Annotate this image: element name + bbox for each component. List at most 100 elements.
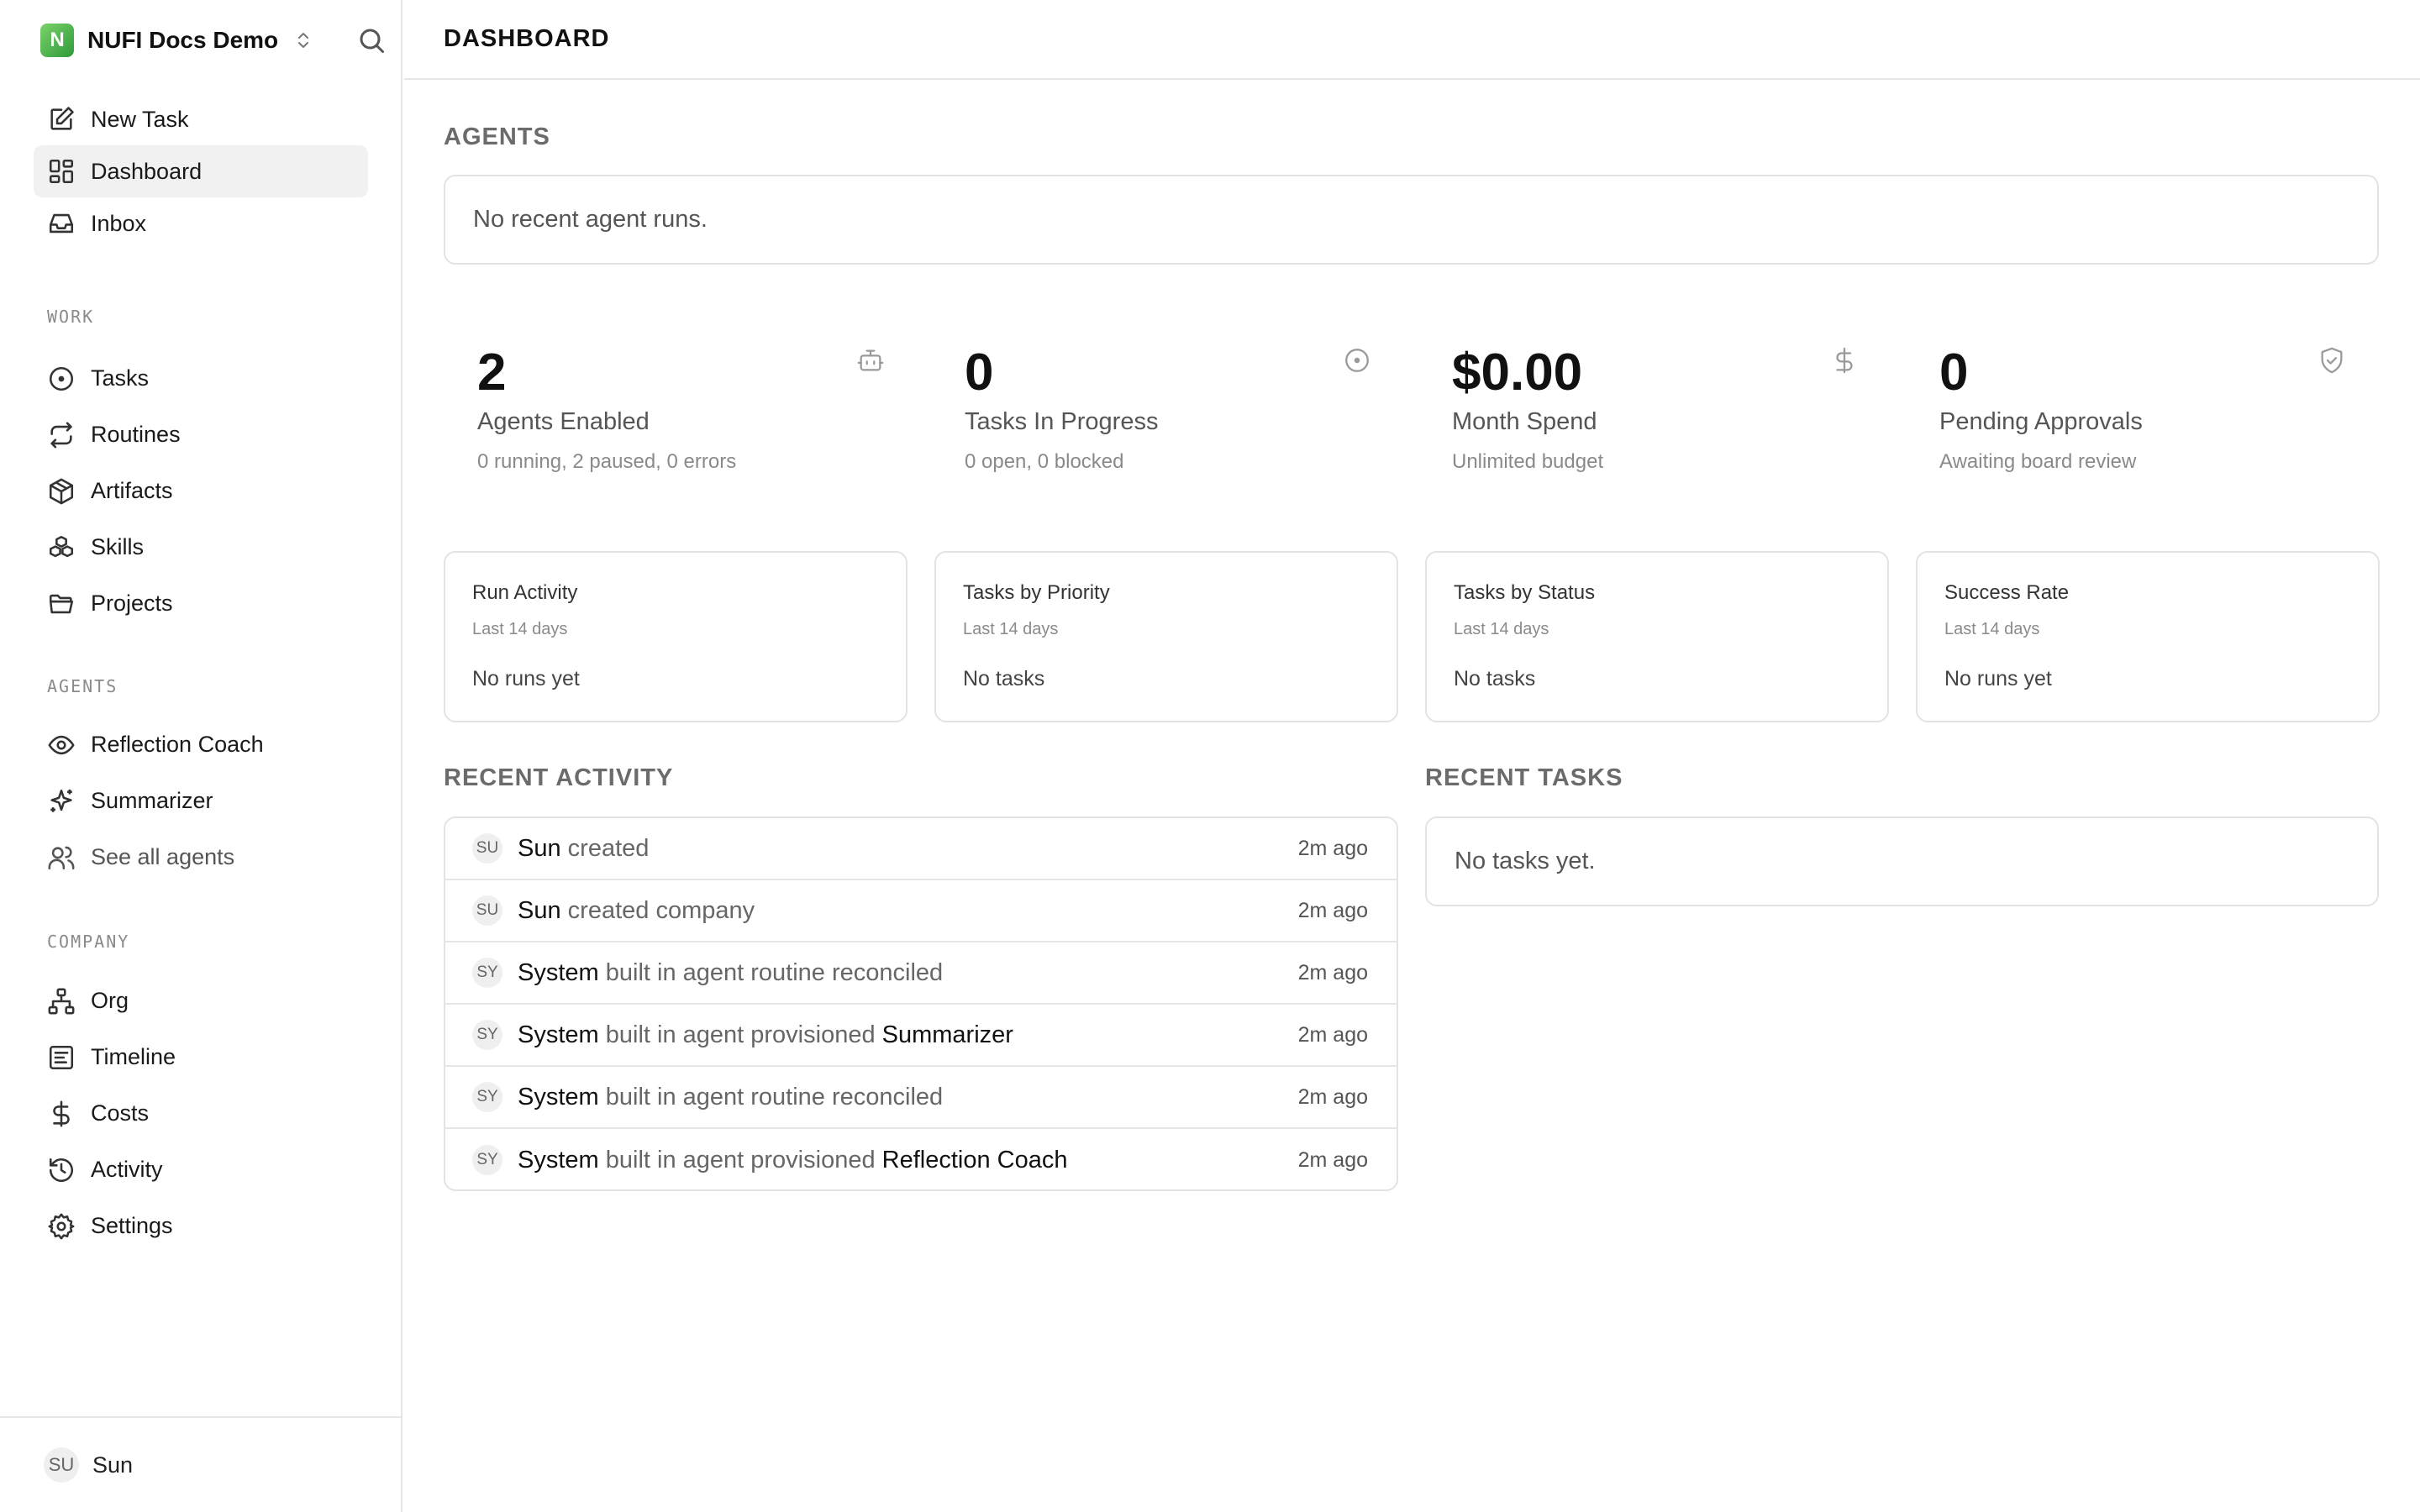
- nav-projects[interactable]: Projects: [34, 575, 368, 632]
- nav-see-all-agents[interactable]: See all agents: [34, 829, 368, 885]
- metric-pending-approvals[interactable]: 0 Pending Approvals Awaiting board revie…: [1906, 329, 2376, 489]
- activity-time: 2m ago: [1297, 1147, 1368, 1172]
- circle-dot-icon: [49, 366, 74, 391]
- sparkles-icon: [50, 789, 72, 812]
- metric-subtext: Awaiting board review: [1939, 450, 2137, 473]
- top-bar: DASHBOARD: [404, 0, 2420, 80]
- activity-text: System built in agent routine reconciled: [518, 1084, 1298, 1111]
- chart-subtitle: Last 14 days: [1454, 620, 1549, 638]
- chart-card-tasks-by-status: Tasks by Status Last 14 days No tasks: [1425, 551, 1889, 722]
- nav-tasks[interactable]: Tasks: [34, 350, 368, 407]
- avatar: SY: [472, 1145, 502, 1175]
- chart-card-run-activity: Run Activity Last 14 days No runs yet: [444, 551, 908, 722]
- nav-settings[interactable]: Settings: [34, 1198, 368, 1254]
- activity-text: System built in agent provisioned Summar…: [518, 1021, 1298, 1049]
- eye-icon: [48, 735, 75, 754]
- metric-agents-enabled[interactable]: 2 Agents Enabled 0 running, 2 paused, 0 …: [444, 329, 914, 489]
- activity-action: built in agent routine reconciled: [605, 1083, 944, 1110]
- nav-inbox[interactable]: Inbox: [34, 197, 368, 249]
- metric-label: Tasks In Progress: [965, 408, 1159, 435]
- user-menu[interactable]: SU Sun: [0, 1416, 402, 1512]
- recent-activity-list: SU Sun created 2m ago SU Sun created com…: [444, 816, 1398, 1191]
- activity-text: Sun created: [518, 835, 1298, 863]
- nav-skills[interactable]: Skills: [34, 519, 368, 575]
- avatar: SU: [472, 895, 502, 926]
- activity-target-link[interactable]: Summarizer: [882, 1021, 1013, 1048]
- metric-subtext: 0 open, 0 blocked: [965, 450, 1124, 473]
- activity-row[interactable]: SY System built in agent routine reconci…: [445, 1067, 1397, 1129]
- inbox-icon: [49, 213, 74, 234]
- recent-tasks-empty-text: No tasks yet.: [1455, 848, 1596, 874]
- activity-text: System built in agent routine reconciled: [518, 959, 1298, 987]
- activity-target-link[interactable]: Reflection Coach: [882, 1147, 1068, 1173]
- metric-subtext: 0 running, 2 paused, 0 errors: [477, 450, 737, 473]
- nav-routines[interactable]: Routines: [34, 407, 368, 463]
- nav-label: Dashboard: [91, 158, 203, 184]
- nav-costs[interactable]: Costs: [34, 1085, 368, 1142]
- nav-label: Activity: [91, 1157, 163, 1182]
- metric-label: Agents Enabled: [477, 408, 650, 435]
- activity-time: 2m ago: [1297, 1084, 1368, 1109]
- nav-label: Skills: [91, 534, 145, 559]
- recent-tasks-title: RECENT TASKS: [1425, 764, 1623, 791]
- activity-row[interactable]: SY System built in agent provisioned Ref…: [445, 1129, 1397, 1189]
- chevron-up-down-icon: [298, 33, 309, 48]
- agents-section-title: AGENTS: [444, 123, 550, 150]
- primary-nav: New Task Dashboard Inbox: [34, 93, 368, 249]
- activity-actor: Sun: [518, 834, 561, 862]
- activity-row[interactable]: SU Sun created 2m ago: [445, 818, 1397, 880]
- nav-artifacts[interactable]: Artifacts: [34, 463, 368, 519]
- activity-actor: System: [518, 1021, 599, 1048]
- nav-label: Settings: [91, 1213, 173, 1238]
- nav-activity[interactable]: Activity: [34, 1142, 368, 1198]
- nav-new-task[interactable]: New Task: [34, 93, 368, 145]
- nav-agent-reflection-coach[interactable]: Reflection Coach: [34, 717, 368, 773]
- users-icon: [48, 846, 75, 869]
- activity-text: Sun created company: [518, 897, 1298, 925]
- agents-nav: Reflection Coach Summarizer See all agen…: [34, 717, 368, 885]
- activity-row[interactable]: SY System built in agent provisioned Sum…: [445, 1005, 1397, 1067]
- workspace-logo: N: [40, 24, 74, 57]
- metric-label: Pending Approvals: [1939, 408, 2143, 435]
- metric-value: 0: [1939, 344, 1969, 402]
- workspace-switcher[interactable]: N NUFI Docs Demo: [40, 22, 313, 59]
- metric-value: $0.00: [1452, 344, 1583, 402]
- metric-label: Month Spend: [1452, 408, 1597, 435]
- nav-timeline[interactable]: Timeline: [34, 1029, 368, 1085]
- dollar-icon: [53, 1100, 70, 1126]
- nav-label: Routines: [91, 422, 181, 447]
- org-chart-icon: [48, 988, 75, 1014]
- section-label-agents: AGENTS: [47, 676, 118, 696]
- dollar-icon: [1836, 347, 1853, 374]
- metric-value: 2: [477, 344, 507, 402]
- nav-label: Org: [91, 988, 129, 1013]
- recent-tasks-empty-card: No tasks yet.: [1425, 816, 2379, 906]
- edit-icon: [50, 107, 74, 130]
- recent-activity-title: RECENT ACTIVITY: [444, 764, 674, 791]
- timeline-icon: [49, 1045, 74, 1069]
- nav-agent-summarizer[interactable]: Summarizer: [34, 773, 368, 829]
- nav-dashboard[interactable]: Dashboard: [34, 145, 368, 197]
- activity-action: created: [567, 834, 650, 862]
- workspace-name: NUFI Docs Demo: [87, 27, 279, 53]
- activity-actor: System: [518, 1083, 599, 1110]
- nav-org[interactable]: Org: [34, 973, 368, 1029]
- activity-row[interactable]: SU Sun created company 2m ago: [445, 880, 1397, 942]
- nav-label: Timeline: [91, 1044, 176, 1069]
- avatar: SY: [472, 1020, 502, 1050]
- chart-subtitle: Last 14 days: [1944, 620, 2040, 638]
- nav-label: Costs: [91, 1100, 150, 1126]
- chart-empty-text: No runs yet: [1944, 667, 2052, 690]
- activity-row[interactable]: SY System built in agent routine reconci…: [445, 942, 1397, 1005]
- boxes-icon: [49, 535, 74, 557]
- metric-tasks-in-progress[interactable]: 0 Tasks In Progress 0 open, 0 blocked: [931, 329, 1402, 489]
- search-icon[interactable]: [356, 25, 387, 55]
- package-icon: [49, 478, 74, 504]
- section-label-work: WORK: [47, 307, 95, 327]
- metric-month-spend[interactable]: $0.00 Month Spend Unlimited budget: [1418, 329, 1889, 489]
- activity-actor: Sun: [518, 896, 561, 924]
- chart-title: Tasks by Status: [1454, 581, 1596, 604]
- activity-time: 2m ago: [1297, 898, 1368, 922]
- nav-label: Summarizer: [91, 788, 213, 813]
- activity-text: System built in agent provisioned Reflec…: [518, 1147, 1298, 1174]
